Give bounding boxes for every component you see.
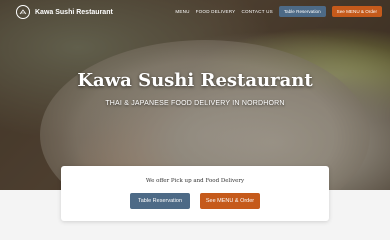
- restaurant-logo-icon[interactable]: [16, 5, 30, 19]
- table-reservation-button[interactable]: Table Reservation: [130, 193, 190, 209]
- hero-overlay: [0, 0, 390, 190]
- see-menu-order-button[interactable]: See MENU & Order: [200, 193, 260, 209]
- nav-link-contact-us[interactable]: CONTACT US: [241, 9, 272, 14]
- top-navigation: Kawa Sushi Restaurant MENU FOOD DELIVERY…: [0, 0, 390, 24]
- order-card: We offer Pick up and Food Delivery Table…: [61, 166, 329, 221]
- brand-name[interactable]: Kawa Sushi Restaurant: [35, 9, 113, 16]
- nav-menu: MENU FOOD DELIVERY CONTACT US Table Rese…: [175, 6, 382, 17]
- nav-see-menu-order-button[interactable]: See MENU & Order: [331, 6, 382, 17]
- hero-subtitle: THAI & JAPANESE FOOD DELIVERY IN NORDHOR…: [105, 100, 285, 107]
- hero-banner: [0, 0, 390, 190]
- hero-title: Kawa Sushi Restaurant: [77, 70, 313, 91]
- nav-table-reservation-button[interactable]: Table Reservation: [278, 6, 326, 17]
- nav-link-food-delivery[interactable]: FOOD DELIVERY: [196, 9, 236, 14]
- nav-link-menu[interactable]: MENU: [175, 9, 189, 14]
- card-text: We offer Pick up and Food Delivery: [145, 178, 245, 184]
